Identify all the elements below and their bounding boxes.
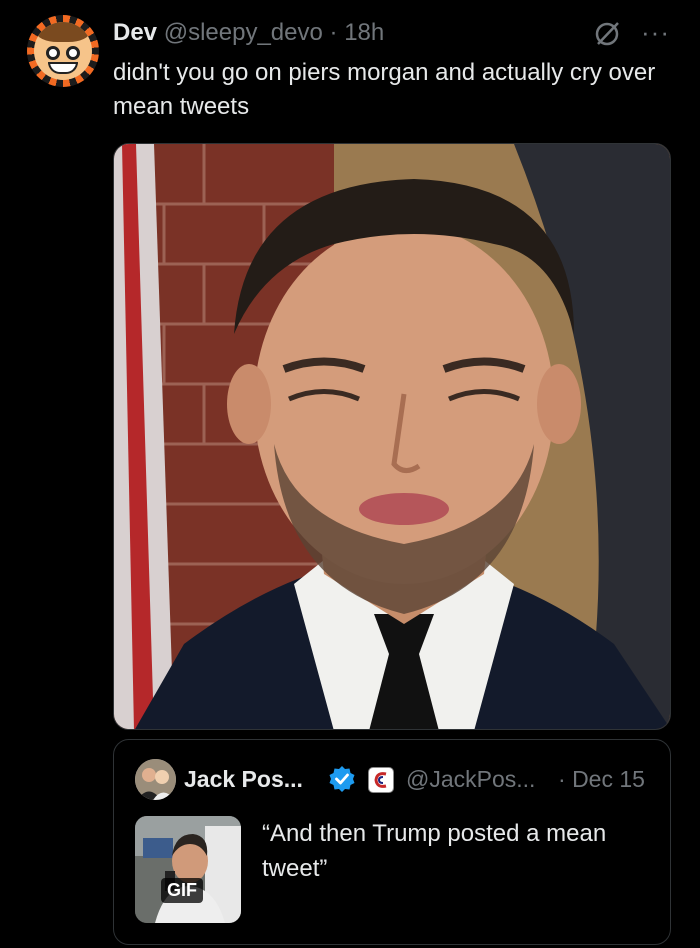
affiliate-badge-icon[interactable]	[368, 767, 394, 793]
quoted-tweet-text: “And then Trump posted a mean tweet”	[262, 820, 607, 882]
more-icon[interactable]: ···	[641, 19, 671, 46]
tweet-header: Dev @sleepy_devo · 18h	[113, 17, 384, 49]
separator-dot: ·	[329, 19, 338, 46]
author-avatar[interactable]	[27, 15, 99, 87]
quoted-tweet[interactable]: Jack Pos... @JackPos... · Dec 15 GIF “An…	[113, 739, 671, 945]
quoted-date[interactable]: · Dec 15	[558, 765, 645, 793]
quoted-date-text[interactable]: Dec 15	[572, 766, 645, 792]
quoted-author-avatar[interactable]	[135, 759, 176, 800]
author-handle[interactable]: @sleepy_devo	[164, 19, 323, 46]
quoted-author-name[interactable]: Jack Pos...	[184, 765, 303, 793]
tweet-photo[interactable]	[113, 143, 671, 730]
author-name[interactable]: Dev	[113, 19, 157, 46]
verified-badge-icon[interactable]	[328, 765, 356, 793]
gif-badge: GIF	[161, 878, 203, 903]
quoted-gif-thumbnail[interactable]: GIF	[135, 816, 241, 923]
quoted-author-handle[interactable]: @JackPos...	[406, 765, 535, 793]
grok-icon[interactable]	[593, 20, 621, 48]
cartoon-face-icon	[34, 22, 92, 80]
photo-portrait	[114, 144, 670, 729]
timestamp[interactable]: 18h	[344, 19, 384, 46]
tweet-text: didn't you go on piers morgan and actual…	[113, 59, 656, 120]
